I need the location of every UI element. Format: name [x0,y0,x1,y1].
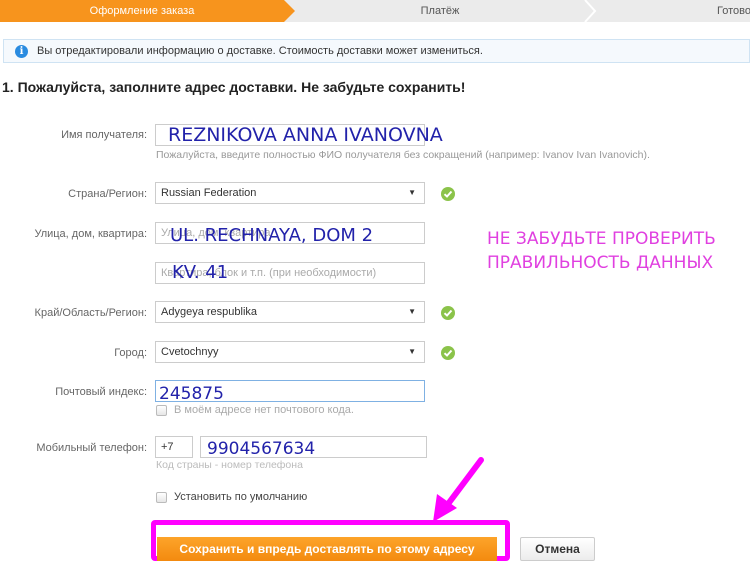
save-address-button[interactable]: Сохранить и впредь доставлять по этому а… [157,537,497,561]
phone-value: 9904567634 [207,439,316,459]
check-icon [441,306,455,320]
country-select[interactable]: Russian Federation ▼ [155,182,425,204]
check-data-annotation: НЕ ЗАБУДЬТЕ ПРОВЕРИТЬ ПРАВИЛЬНОСТЬ ДАННЫ… [487,227,716,275]
check-icon [441,346,455,360]
annotation-line-2: ПРАВИЛЬНОСТЬ ДАННЫХ [487,253,714,273]
info-text: Вы отредактировали информацию о доставке… [37,45,483,57]
street-value: UL. RECHNAYA, DOM 2 [170,225,374,246]
info-notice: i Вы отредактировали информацию о достав… [3,39,750,63]
phone-country-code-input[interactable]: +7 [155,436,193,458]
region-value: Adygeya respublika [161,306,258,318]
phone-label: Мобильный телефон: [36,442,147,454]
set-default-label: Установить по умолчанию [174,491,308,503]
no-postal-code-label: В моём адресе нет почтового кода. [174,404,354,416]
checkout-progress: Оформление заказа Платёж Готово [0,0,750,22]
country-label: Страна/Регион: [68,188,147,200]
page-title: 1. Пожалуйста, заполните адрес доставки.… [2,79,466,95]
recipient-label: Имя получателя: [61,129,147,141]
recipient-hint: Пожалуйста, введите полностью ФИО получа… [156,149,650,161]
phone-hint: Код страны - номер телефона [156,459,303,471]
city-value: Cvetochnyy [161,346,219,358]
region-select[interactable]: Adygeya respublika ▼ [155,301,425,323]
info-icon: i [15,44,28,58]
no-postal-code-checkbox[interactable] [156,405,167,416]
region-label: Край/Область/Регион: [34,307,147,319]
recipient-value: REZNIKOVA ANNA IVANOVNA [168,124,443,146]
check-icon [441,187,455,201]
step-payment: Платёж [420,5,460,17]
step-order: Оформление заказа [0,0,295,22]
country-value: Russian Federation [161,187,257,199]
step-done: Готово [717,5,750,17]
chevron-down-icon: ▼ [408,188,416,197]
street-label: Улица, дом, квартира: [34,228,147,240]
chevron-down-icon: ▼ [408,307,416,316]
phone-country-code: +7 [161,441,174,453]
chevron-down-icon: ▼ [408,347,416,356]
annotation-line-1: НЕ ЗАБУДЬТЕ ПРОВЕРИТЬ [487,229,716,249]
city-select[interactable]: Cvetochnyy ▼ [155,341,425,363]
pointer-arrow-icon [433,457,484,522]
street2-value: KV. 41 [172,262,229,283]
city-label: Город: [114,347,147,359]
postal-value: 245875 [159,384,224,404]
cancel-button[interactable]: Отмена [520,537,595,561]
postal-label: Почтовый индекс: [55,386,147,398]
set-default-checkbox[interactable] [156,492,167,503]
